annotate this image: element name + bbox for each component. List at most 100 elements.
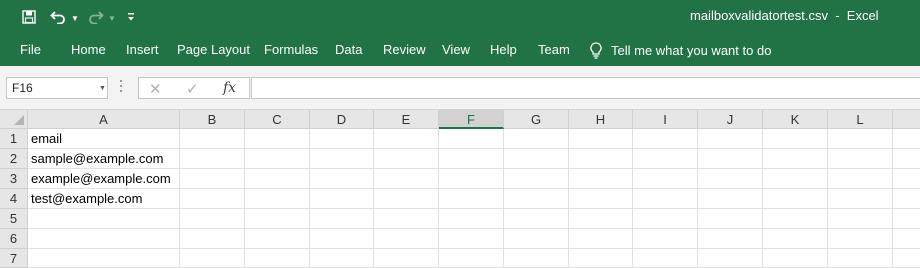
cell-h3[interactable]: [569, 169, 633, 189]
cell-c6[interactable]: [245, 229, 310, 249]
cell-a1[interactable]: email: [28, 129, 180, 149]
row-header-4[interactable]: 4: [0, 189, 28, 209]
undo-dropdown-icon[interactable]: ▼: [71, 14, 79, 23]
column-header-k[interactable]: K: [763, 110, 828, 129]
cell-f5[interactable]: [439, 209, 504, 229]
cell-j5[interactable]: [698, 209, 763, 229]
tab-review[interactable]: Review: [383, 42, 426, 57]
cell-h4[interactable]: [569, 189, 633, 209]
cell-a2[interactable]: sample@example.com: [28, 149, 180, 169]
insert-function-icon[interactable]: fx: [223, 80, 236, 96]
tab-data[interactable]: Data: [335, 42, 362, 57]
cell-b7[interactable]: [180, 249, 245, 268]
cell-d2[interactable]: [310, 149, 374, 169]
tab-page-layout[interactable]: Page Layout: [177, 42, 250, 57]
cell-d1[interactable]: [310, 129, 374, 149]
tab-help[interactable]: Help: [490, 42, 517, 57]
cell-e1[interactable]: [374, 129, 439, 149]
cell-e4[interactable]: [374, 189, 439, 209]
column-header-c[interactable]: C: [245, 110, 310, 129]
cancel-icon[interactable]: ✕: [149, 80, 162, 98]
cell-e6[interactable]: [374, 229, 439, 249]
cell-h5[interactable]: [569, 209, 633, 229]
cell-a5[interactable]: [28, 209, 180, 229]
cell-h1[interactable]: [569, 129, 633, 149]
cell-f2[interactable]: [439, 149, 504, 169]
cell-i4[interactable]: [633, 189, 698, 209]
cell-g1[interactable]: [504, 129, 569, 149]
column-header-i[interactable]: I: [633, 110, 698, 129]
name-box-dropdown-icon[interactable]: ▼: [99, 85, 106, 92]
redo-dropdown-icon[interactable]: ▼: [108, 14, 116, 23]
cell-l2[interactable]: [828, 149, 893, 169]
cell-a4[interactable]: test@example.com: [28, 189, 180, 209]
cell-k3[interactable]: [763, 169, 828, 189]
save-button[interactable]: [18, 0, 40, 33]
cell-j7[interactable]: [698, 249, 763, 268]
undo-button[interactable]: [48, 0, 68, 33]
cell-h2[interactable]: [569, 149, 633, 169]
cell-a3[interactable]: example@example.com: [28, 169, 180, 189]
cell-i7[interactable]: [633, 249, 698, 268]
tab-view[interactable]: View: [442, 42, 470, 57]
column-header-e[interactable]: E: [374, 110, 439, 129]
cell-g5[interactable]: [504, 209, 569, 229]
cell-j4[interactable]: [698, 189, 763, 209]
cell-j3[interactable]: [698, 169, 763, 189]
cell-d4[interactable]: [310, 189, 374, 209]
enter-check-icon[interactable]: ✓: [186, 80, 199, 98]
cell-k4[interactable]: [763, 189, 828, 209]
redo-button[interactable]: [86, 0, 106, 33]
cell-d3[interactable]: [310, 169, 374, 189]
cell-f6[interactable]: [439, 229, 504, 249]
cell-k7[interactable]: [763, 249, 828, 268]
cell-b1[interactable]: [180, 129, 245, 149]
column-header-j[interactable]: J: [698, 110, 763, 129]
cell-c3[interactable]: [245, 169, 310, 189]
cell-d5[interactable]: [310, 209, 374, 229]
cell-f1[interactable]: [439, 129, 504, 149]
name-box[interactable]: F16 ▼: [6, 77, 108, 99]
formula-input[interactable]: [251, 77, 920, 99]
cell-i2[interactable]: [633, 149, 698, 169]
cell-l7[interactable]: [828, 249, 893, 268]
column-header-l[interactable]: L: [828, 110, 893, 129]
cell-e2[interactable]: [374, 149, 439, 169]
customize-qat-button[interactable]: [124, 0, 138, 33]
cell-c7[interactable]: [245, 249, 310, 268]
cell-l4[interactable]: [828, 189, 893, 209]
cell-f7[interactable]: [439, 249, 504, 268]
cell-g6[interactable]: [504, 229, 569, 249]
cell-k6[interactable]: [763, 229, 828, 249]
cell-c4[interactable]: [245, 189, 310, 209]
cell-k5[interactable]: [763, 209, 828, 229]
cell-d6[interactable]: [310, 229, 374, 249]
select-all-button[interactable]: [0, 110, 28, 129]
column-header-a[interactable]: A: [28, 110, 180, 129]
row-header-7[interactable]: 7: [0, 249, 28, 268]
column-header-b[interactable]: B: [180, 110, 245, 129]
row-header-5[interactable]: 5: [0, 209, 28, 229]
tab-formulas[interactable]: Formulas: [264, 42, 318, 57]
column-header-f[interactable]: F: [439, 110, 504, 129]
cell-i3[interactable]: [633, 169, 698, 189]
cell-g7[interactable]: [504, 249, 569, 268]
column-header-h[interactable]: H: [569, 110, 633, 129]
cell-b6[interactable]: [180, 229, 245, 249]
cell-d7[interactable]: [310, 249, 374, 268]
tab-home[interactable]: Home: [71, 42, 106, 57]
row-header-3[interactable]: 3: [0, 169, 28, 189]
cell-k1[interactable]: [763, 129, 828, 149]
cell-j1[interactable]: [698, 129, 763, 149]
cell-g3[interactable]: [504, 169, 569, 189]
column-header-d[interactable]: D: [310, 110, 374, 129]
cell-a6[interactable]: [28, 229, 180, 249]
tab-file[interactable]: File: [20, 42, 41, 57]
tab-insert[interactable]: Insert: [126, 42, 159, 57]
cell-e3[interactable]: [374, 169, 439, 189]
tell-me-search[interactable]: Tell me what you want to do: [590, 39, 771, 61]
cell-b4[interactable]: [180, 189, 245, 209]
cell-h7[interactable]: [569, 249, 633, 268]
cell-a7[interactable]: [28, 249, 180, 268]
cell-c1[interactable]: [245, 129, 310, 149]
